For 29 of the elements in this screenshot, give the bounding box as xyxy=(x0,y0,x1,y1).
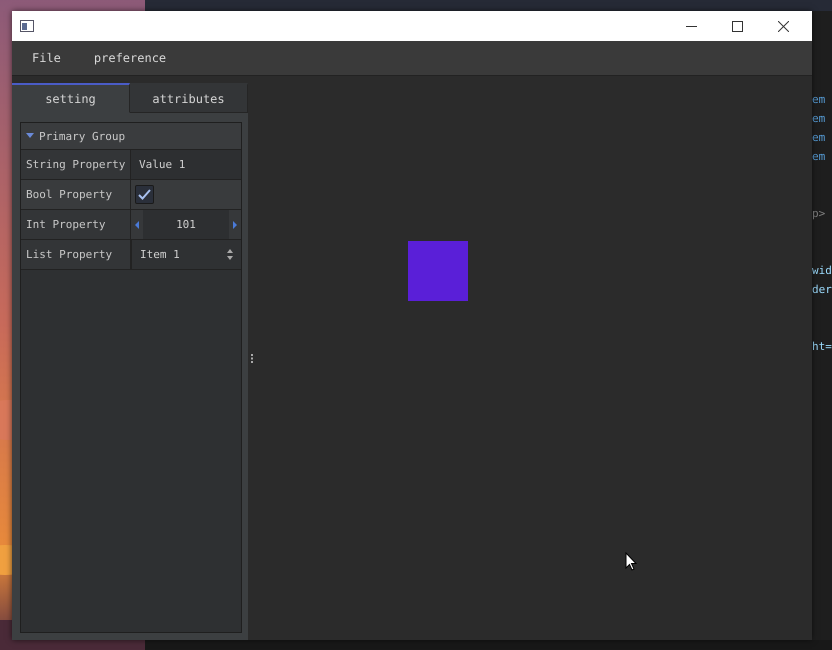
expanded-arrow-icon[interactable] xyxy=(26,133,34,139)
dropdown[interactable]: Item 1 xyxy=(131,240,241,269)
code-text: ht= xyxy=(812,339,832,355)
left-arrow-icon xyxy=(135,220,139,228)
code-text: p> xyxy=(812,206,826,222)
code-text: wid xyxy=(812,263,832,279)
menu-item[interactable]: File xyxy=(20,47,73,69)
right-arrow-icon xyxy=(233,220,237,228)
code-text: em xyxy=(812,111,826,127)
app-icon xyxy=(20,20,34,32)
checkbox[interactable] xyxy=(135,185,154,204)
tab[interactable]: setting xyxy=(12,83,130,113)
up-down-arrow-icon xyxy=(227,249,233,260)
check-icon xyxy=(138,189,151,200)
close-icon xyxy=(778,20,788,32)
code-text: em xyxy=(812,149,826,165)
tab[interactable]: attributes xyxy=(130,83,248,113)
code-text: em xyxy=(812,130,826,146)
property-label: Bool Property xyxy=(21,180,131,209)
code-text: der xyxy=(812,282,832,298)
cursor-icon xyxy=(625,552,637,571)
square-shape xyxy=(408,241,468,301)
group-label: Primary Group xyxy=(39,130,126,142)
maximize-icon xyxy=(732,20,742,32)
code-text: em xyxy=(812,92,826,108)
menu-item[interactable]: preference xyxy=(82,47,178,69)
text-field[interactable]: Value 1 xyxy=(131,150,241,179)
increment-button[interactable] xyxy=(229,210,241,239)
decrement-button[interactable] xyxy=(131,210,143,239)
